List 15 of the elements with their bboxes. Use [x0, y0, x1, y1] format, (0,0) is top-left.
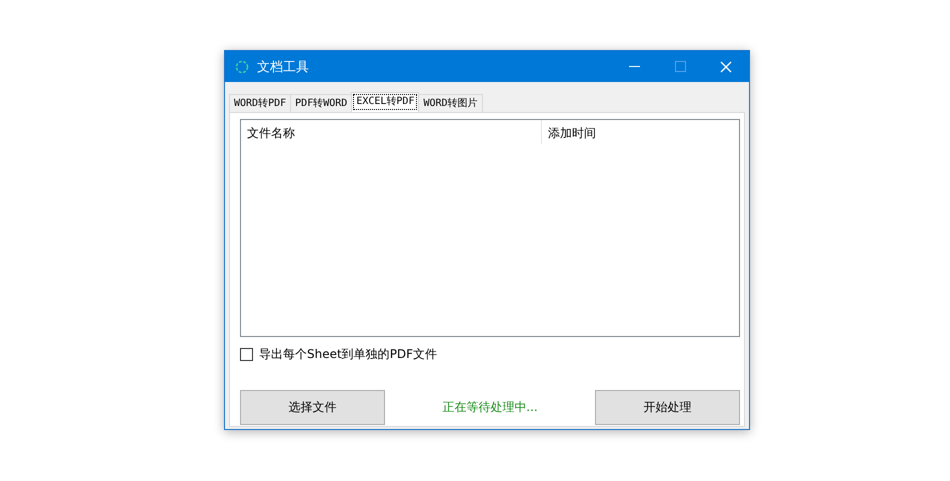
column-header[interactable]: 文件名称 — [241, 120, 542, 144]
status-text: 正在等待处理中... — [442, 399, 538, 416]
tab[interactable]: EXCEL转PDF — [351, 92, 420, 112]
checkbox-label: 导出每个Sheet到单独的PDF文件 — [259, 346, 438, 363]
minimize-icon — [628, 66, 640, 68]
close-icon — [720, 60, 732, 72]
start-button[interactable]: 开始处理 — [594, 390, 740, 425]
tab[interactable]: WORD转图片 — [418, 94, 483, 112]
window-title: 文档工具 — [257, 58, 310, 76]
select-file-button[interactable]: 选择文件 — [240, 390, 385, 425]
tab[interactable]: WORD转PDF — [229, 94, 292, 112]
app-icon — [235, 60, 249, 74]
maximize-icon — [674, 61, 686, 72]
column-header[interactable]: 添加时间 — [542, 120, 694, 144]
checkbox[interactable] — [240, 348, 253, 361]
